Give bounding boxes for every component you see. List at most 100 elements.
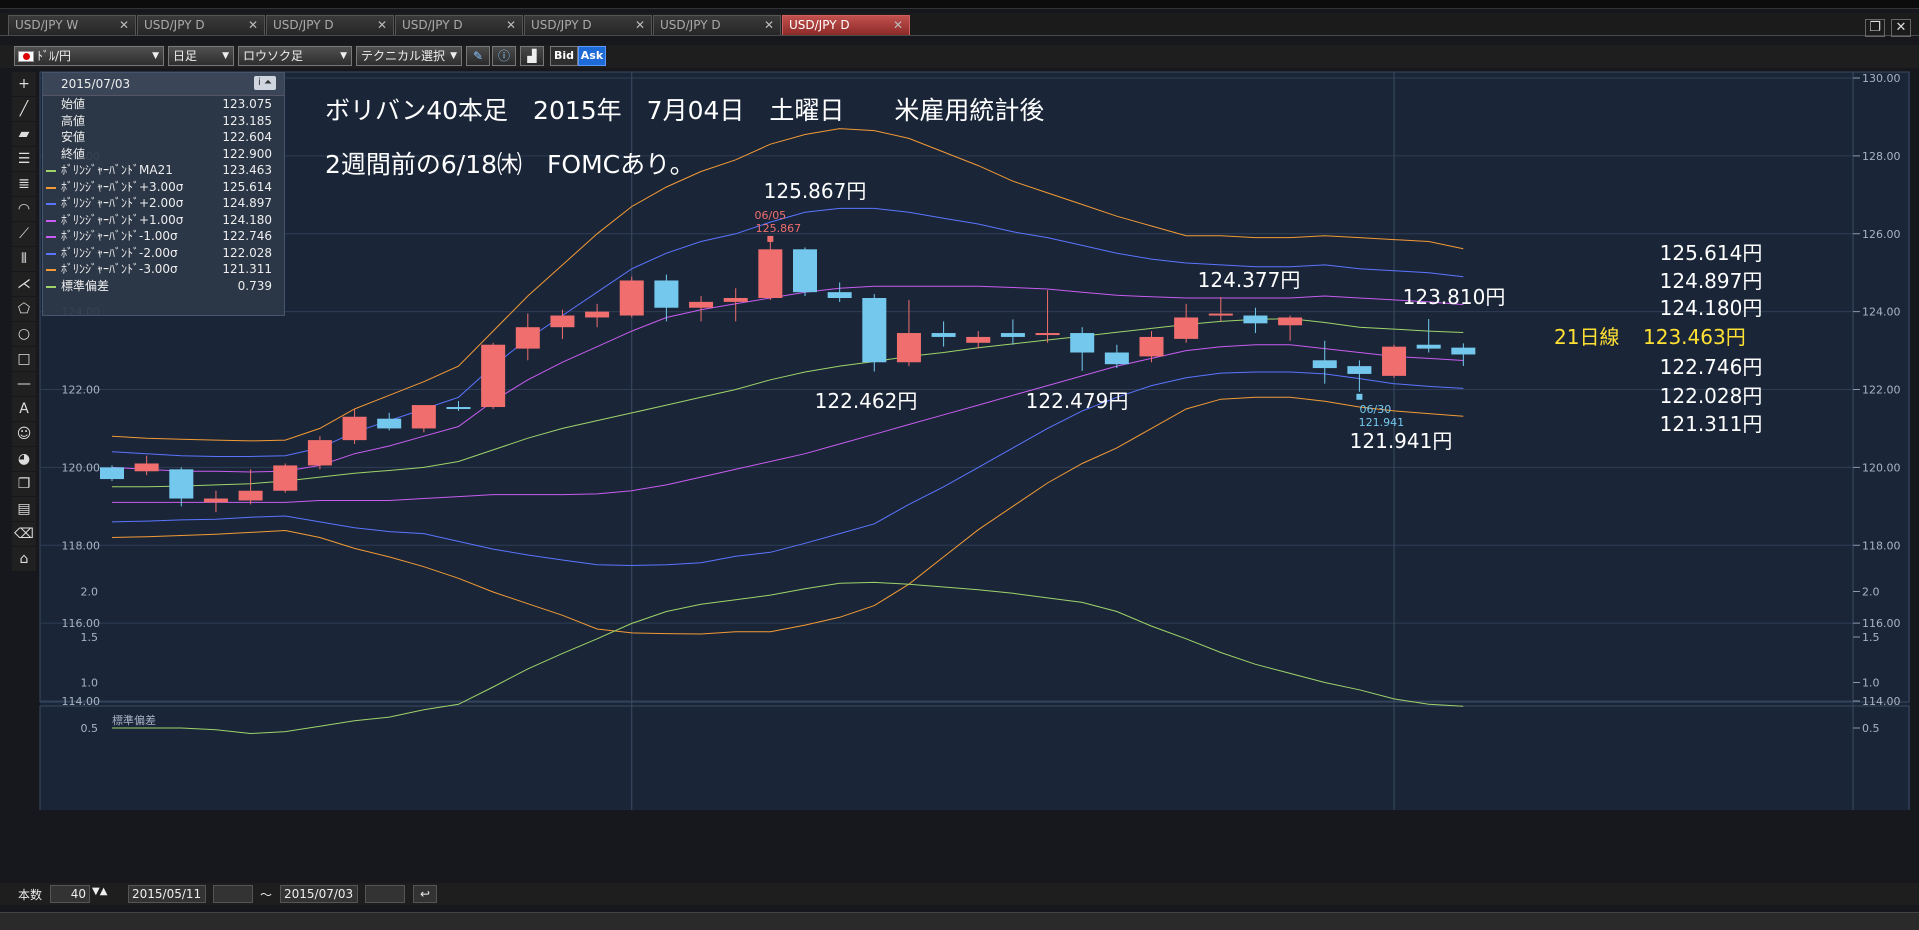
sub-y-tick-label-left: 1.0 xyxy=(81,677,99,690)
info-label: 高値 xyxy=(61,113,86,128)
band-value-label: 122.028円 xyxy=(1660,384,1763,408)
info-collapse-icon[interactable]: i ⏶ xyxy=(254,76,276,90)
candle-body xyxy=(619,280,644,316)
candle-body xyxy=(1035,333,1060,336)
info-value: 122.028 xyxy=(222,245,272,260)
sub-y-tick-label-left: 1.5 xyxy=(81,631,99,644)
info-value: 122.900 xyxy=(222,146,272,161)
y-tick-label: 128.00 xyxy=(1862,150,1901,163)
candle-body xyxy=(307,440,332,466)
price-annotation: 124.377円 xyxy=(1198,268,1301,292)
candle-body xyxy=(273,465,298,491)
sub-y-tick-label: 1.0 xyxy=(1862,677,1880,690)
candle-body xyxy=(1382,346,1407,376)
candle-body xyxy=(896,333,921,363)
y-tick-label: 118.00 xyxy=(1862,539,1901,552)
band-value-label: 122.746円 xyxy=(1660,355,1763,379)
price-annotation: 122.479円 xyxy=(1026,389,1129,413)
candle-body xyxy=(793,249,817,293)
count-input[interactable]: 40 xyxy=(50,885,90,903)
info-label: ﾎﾞﾘﾝｼﾞｬｰﾊﾞﾝﾄﾞMA21 xyxy=(61,163,173,177)
price-annotation: 123.810円 xyxy=(1403,285,1506,309)
line-color-swatch xyxy=(46,170,56,172)
candle-body xyxy=(862,297,887,363)
candle-body xyxy=(1278,317,1303,326)
sub-y-tick-label: 0.5 xyxy=(1862,722,1880,735)
low-marker-value: 121.941 xyxy=(1359,416,1405,429)
candle-body xyxy=(723,297,748,302)
band-value-label: 121.311円 xyxy=(1660,412,1763,436)
candle-body xyxy=(1174,317,1199,339)
candle-body xyxy=(931,333,956,337)
high-marker-value: 125.867 xyxy=(756,222,802,235)
info-rows: 始値 123.075 高値 123.185 安値 122.604 終値 122.900 ﾎﾞﾘﾝ… xyxy=(43,96,284,294)
sub-y-tick-label-left: 2.0 xyxy=(81,586,99,599)
y-tick-label-left: 120.00 xyxy=(62,461,101,474)
high-marker xyxy=(767,235,774,242)
info-row: ﾎﾞﾘﾝｼﾞｬｰﾊﾞﾝﾄﾞ-1.00σ 122.746 xyxy=(43,228,284,245)
candle-body xyxy=(411,405,436,429)
band-value-label: 124.897円 xyxy=(1660,269,1763,293)
info-label: ﾎﾞﾘﾝｼﾞｬｰﾊﾞﾝﾄﾞ+3.00σ xyxy=(61,179,184,194)
info-label: ﾎﾞﾘﾝｼﾞｬｰﾊﾞﾝﾄﾞ+2.00σ xyxy=(61,196,184,210)
info-row: ﾎﾞﾘﾝｼﾞｬｰﾊﾞﾝﾄﾞ-2.00σ 122.028 xyxy=(43,245,284,262)
range-tilde: ～ xyxy=(260,888,273,902)
return-icon[interactable]: ↩ xyxy=(413,885,437,903)
info-row: ﾎﾞﾘﾝｼﾞｬｰﾊﾞﾝﾄﾞ+3.00σ 125.614 xyxy=(43,179,284,196)
stepper-icon[interactable]: ▼▲ xyxy=(92,886,107,897)
candle-body xyxy=(515,327,540,349)
info-panel-header: 2015/07/03 i ⏶ xyxy=(43,73,284,96)
ma-label: 21日線 xyxy=(1554,325,1619,349)
y-tick-label: 116.00 xyxy=(1862,617,1901,630)
info-value: 122.604 xyxy=(222,130,272,144)
to-date-field[interactable]: 2015/07/03 xyxy=(280,885,358,903)
candle-body xyxy=(1104,352,1129,365)
from-time-field[interactable] xyxy=(213,885,253,903)
annotation-title: ボリバン40本足 2015年 7月04日 土曜日 米雇用統計後 xyxy=(325,96,1044,125)
info-value: 123.185 xyxy=(222,113,272,128)
line-color-swatch xyxy=(46,203,56,205)
line-color-swatch xyxy=(46,269,56,271)
band-value-label: 125.614円 xyxy=(1660,241,1763,265)
info-label: ﾎﾞﾘﾝｼﾞｬｰﾊﾞﾝﾄﾞ-3.00σ xyxy=(61,262,178,276)
y-tick-label: 124.00 xyxy=(1862,306,1901,319)
candle-body xyxy=(1312,360,1337,369)
y-tick-label-left: 118.00 xyxy=(62,539,101,552)
candle-body xyxy=(100,467,124,480)
y-tick-label-left: 116.00 xyxy=(62,617,101,630)
info-label: 終値 xyxy=(61,146,86,161)
info-row: ﾎﾞﾘﾝｼﾞｬｰﾊﾞﾝﾄﾞMA21 123.463 xyxy=(43,162,284,179)
low-marker-date: 06/30 xyxy=(1360,403,1392,416)
info-value: 123.463 xyxy=(222,163,272,177)
candle-body xyxy=(550,315,575,328)
candle-body xyxy=(377,418,402,429)
candle-body xyxy=(585,311,610,318)
info-row: ﾎﾞﾘﾝｼﾞｬｰﾊﾞﾝﾄﾞ-3.00σ 121.311 xyxy=(43,261,284,278)
y-tick-label: 130.00 xyxy=(1862,72,1901,85)
info-label: ﾎﾞﾘﾝｼﾞｬｰﾊﾞﾝﾄﾞ+1.00σ xyxy=(61,212,184,227)
sub-y-tick-label: 2.0 xyxy=(1862,586,1880,599)
info-row: 始値 123.075 xyxy=(43,96,284,113)
info-label: ﾎﾞﾘﾝｼﾞｬｰﾊﾞﾝﾄﾞ-2.00σ xyxy=(61,245,178,260)
from-date-field[interactable]: 2015/05/11 xyxy=(128,885,206,903)
candle-body xyxy=(966,336,991,343)
candle-body xyxy=(1451,347,1476,355)
info-value: 124.180 xyxy=(222,212,272,227)
line-color-swatch xyxy=(46,285,56,288)
info-row: ﾎﾞﾘﾝｼﾞｬｰﾊﾞﾝﾄﾞ+1.00σ 124.180 xyxy=(43,212,284,229)
y-tick-label: 114.00 xyxy=(1862,695,1901,708)
candle-body xyxy=(238,490,263,501)
line-color-swatch xyxy=(46,252,56,255)
info-row: ﾎﾞﾘﾝｼﾞｬｰﾊﾞﾝﾄﾞ+2.00σ 124.897 xyxy=(43,195,284,212)
candle-body xyxy=(654,280,679,308)
y-tick-label: 120.00 xyxy=(1862,461,1901,474)
candle-body xyxy=(134,463,159,472)
chart-canvas: 130.00130.00128.00128.00126.00126.00124.… xyxy=(39,71,1910,810)
candle-body xyxy=(342,416,367,441)
line-color-swatch xyxy=(46,186,56,189)
price-annotation: 125.867円 xyxy=(764,179,867,203)
y-tick-label: 122.00 xyxy=(1862,384,1901,397)
line-color-swatch xyxy=(46,219,56,222)
to-time-field[interactable] xyxy=(365,885,405,903)
candle-body xyxy=(481,344,506,408)
